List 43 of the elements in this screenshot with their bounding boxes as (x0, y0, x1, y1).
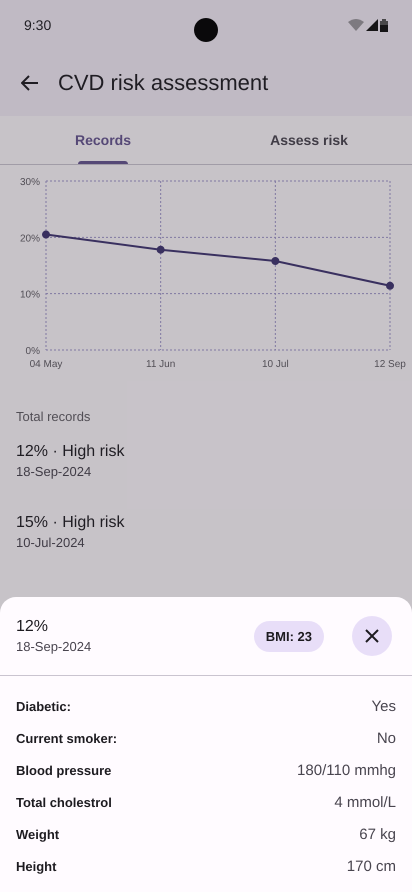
detail-value: 4 mmol/L (334, 794, 396, 810)
record-date: 18-Sep-2024 (16, 639, 92, 654)
bmi-chip: BMI: 23 (254, 620, 324, 652)
detail-value: 67 kg (359, 826, 396, 842)
y-axis-label: 0% (26, 346, 40, 357)
data-point (271, 257, 280, 265)
x-axis-label: 12 Sep (374, 359, 406, 370)
camera-cutout (194, 18, 218, 42)
record-title[interactable]: 15% · High risk (16, 514, 396, 532)
record-date: 18-Sep-2024 (16, 464, 92, 479)
data-point (386, 282, 394, 290)
y-axis-label: 30% (20, 177, 40, 188)
detail-value: No (376, 730, 396, 746)
y-axis-label: 10% (20, 290, 40, 301)
close-button[interactable] (352, 616, 392, 656)
risk-score: 12% (16, 618, 50, 636)
y-axis-label: 20% (20, 233, 40, 244)
record-date: 10-Jul-2024 (16, 535, 86, 550)
x-axis-label: 04 May (30, 359, 62, 370)
detail-value: 170 cm (346, 858, 396, 874)
close-icon (365, 629, 379, 643)
screen-title: CVD risk assessment (58, 70, 268, 96)
section-heading: Total records (16, 409, 92, 424)
record-title[interactable]: 12% · High risk (16, 443, 396, 461)
wifi-icon (348, 19, 364, 31)
signal-icon (366, 19, 378, 31)
detail-label: Diabetic: (16, 698, 71, 714)
data-point (42, 230, 50, 239)
x-axis-label: 11 Jun (146, 359, 176, 370)
battery-icon (380, 18, 388, 32)
back-arrow-icon (21, 75, 39, 91)
detail-label: Height (16, 858, 56, 874)
detail-value: 180/110 mmhg (297, 762, 396, 778)
detail-label: Blood pressure (16, 762, 112, 778)
detail-label: Total cholestrol (16, 794, 112, 810)
detail-value: Yes (372, 698, 396, 714)
data-point (156, 246, 165, 254)
x-axis-label: 10 Jul (262, 359, 289, 370)
status-time: 9:30 (24, 17, 52, 33)
tab[interactable]: Assess risk (206, 116, 412, 164)
detail-label: Weight (16, 826, 60, 842)
tab[interactable]: Records (0, 116, 206, 164)
detail-label: Current smoker: (16, 730, 118, 746)
